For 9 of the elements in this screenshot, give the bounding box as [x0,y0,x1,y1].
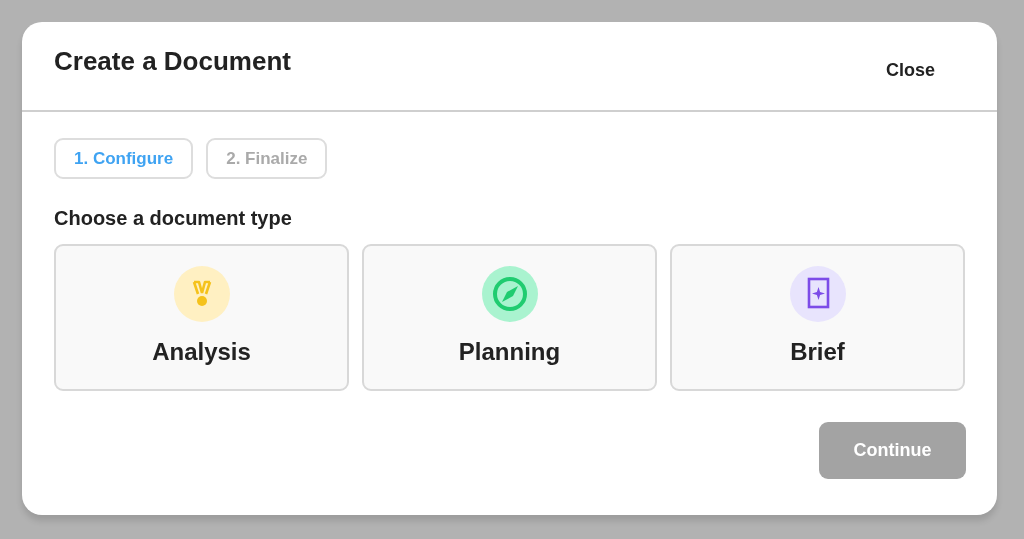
dialog-title: Create a Document [54,45,291,78]
close-button[interactable]: Close [885,51,935,81]
document-type-card[interactable]: Analysis [54,244,349,391]
medal-icon [173,266,230,322]
section-heading: Choose a document type [54,207,293,230]
document-type-card[interactable]: Planning [362,244,657,391]
sparkle-document-icon [789,266,846,322]
compass-icon [481,266,538,322]
document-type-card[interactable]: Brief [670,244,965,391]
